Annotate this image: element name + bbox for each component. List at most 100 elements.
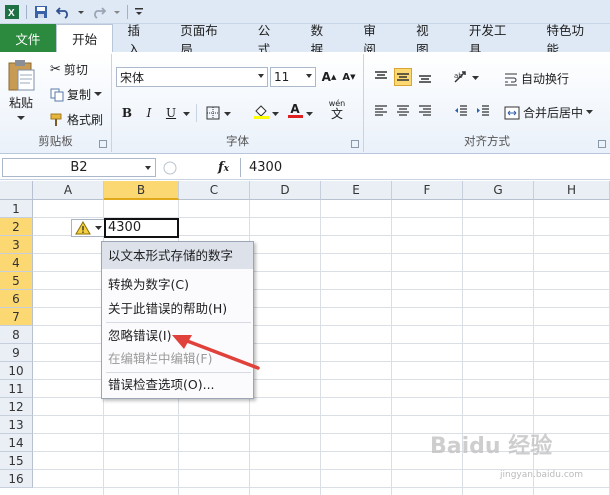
font-group-label: 字体 bbox=[226, 134, 249, 148]
phonetic-button[interactable]: wén 文 bbox=[324, 99, 350, 120]
wrap-text-button[interactable]: 自动换行 bbox=[504, 70, 569, 87]
cell-b2[interactable]: 4300 bbox=[104, 218, 179, 238]
paste-dropdown-icon[interactable] bbox=[17, 116, 25, 122]
font-size-combo[interactable]: 11 bbox=[270, 67, 316, 87]
borders-button[interactable] bbox=[204, 104, 222, 122]
clipboard-launcher-icon[interactable] bbox=[99, 140, 107, 148]
error-smart-tag[interactable] bbox=[71, 219, 105, 237]
tab-data[interactable]: 数据 bbox=[297, 23, 350, 57]
row-header-14[interactable]: 14 bbox=[0, 434, 33, 452]
tab-insert[interactable]: 插入 bbox=[113, 23, 166, 57]
column-header-f[interactable]: F bbox=[392, 181, 463, 200]
ribbon: 粘贴 ✂ 剪切 复制 格式刷 剪贴板 宋体 11 A ▲ A ▼ B I U A… bbox=[0, 52, 610, 154]
redo-dropdown-icon[interactable] bbox=[113, 4, 121, 20]
font-name-combo[interactable]: 宋体 bbox=[116, 67, 268, 87]
menu-item-help-on-error[interactable]: 关于此错误的帮助(H) bbox=[102, 298, 253, 320]
column-header-g[interactable]: G bbox=[463, 181, 534, 200]
name-box-value: B2 bbox=[70, 160, 88, 175]
tab-page-layout[interactable]: 页面布局 bbox=[166, 23, 244, 57]
redo-icon[interactable] bbox=[91, 4, 107, 20]
font-color-dropdown-icon[interactable] bbox=[306, 112, 313, 117]
fill-color-dropdown-icon[interactable] bbox=[272, 112, 279, 117]
tab-home[interactable]: 开始 bbox=[55, 24, 114, 52]
fill-color-button[interactable] bbox=[252, 102, 270, 120]
undo-icon[interactable] bbox=[55, 4, 71, 20]
align-left-button[interactable] bbox=[372, 102, 390, 120]
format-painter-button[interactable]: 格式刷 bbox=[50, 111, 103, 128]
save-icon[interactable] bbox=[33, 4, 49, 20]
formula-bar-resize-icon[interactable] bbox=[163, 159, 177, 177]
underline-button[interactable]: U bbox=[162, 104, 180, 122]
italic-button[interactable]: I bbox=[140, 104, 158, 122]
customize-qat-icon[interactable] bbox=[134, 4, 144, 20]
row-header-8[interactable]: 8 bbox=[0, 326, 33, 344]
insert-function-button[interactable]: fx bbox=[218, 160, 229, 175]
wrap-text-icon bbox=[505, 73, 517, 85]
alignment-launcher-icon[interactable] bbox=[598, 140, 606, 148]
column-header-e[interactable]: E bbox=[321, 181, 392, 200]
ribbon-tabs: 文件 开始 插入 页面布局 公式 数据 审阅 视图 开发工具 特色功能 bbox=[0, 23, 610, 57]
underline-dropdown-icon[interactable] bbox=[183, 112, 190, 117]
menu-header-number-stored-as-text: 以文本形式存储的数字 bbox=[102, 242, 253, 269]
row-header-9[interactable]: 9 bbox=[0, 344, 33, 362]
font-launcher-icon[interactable] bbox=[351, 140, 359, 148]
align-middle-button[interactable] bbox=[394, 68, 412, 86]
copy-button[interactable]: 复制 bbox=[50, 86, 103, 103]
grow-font-button[interactable]: A ▲ bbox=[320, 68, 338, 86]
menu-item-convert-to-number[interactable]: 转换为数字(C) bbox=[102, 274, 253, 296]
row-header-4[interactable]: 4 bbox=[0, 254, 33, 272]
align-top-icon bbox=[375, 71, 387, 79]
row-header-6[interactable]: 6 bbox=[0, 290, 33, 308]
alignment-group: ab 自动换行 合并后居中 对齐方式 bbox=[364, 54, 610, 152]
borders-dropdown-icon[interactable] bbox=[224, 112, 231, 117]
row-header-7[interactable]: 7 bbox=[0, 308, 33, 326]
increase-indent-button[interactable] bbox=[474, 102, 492, 120]
column-header-b[interactable]: B bbox=[104, 181, 179, 200]
column-header-d[interactable]: D bbox=[250, 181, 321, 200]
row-header-15[interactable]: 15 bbox=[0, 452, 33, 470]
clipboard-group-label: 剪贴板 bbox=[38, 134, 73, 148]
row-header-5[interactable]: 5 bbox=[0, 272, 33, 290]
tab-review[interactable]: 审阅 bbox=[349, 23, 402, 57]
copy-dropdown-icon[interactable] bbox=[94, 91, 103, 98]
orientation-dropdown-icon[interactable] bbox=[472, 76, 479, 81]
shrink-font-button[interactable]: A ▼ bbox=[340, 68, 358, 86]
row-header-10[interactable]: 10 bbox=[0, 362, 33, 380]
paste-button[interactable]: 粘贴 bbox=[6, 58, 36, 111]
select-all-corner[interactable] bbox=[0, 181, 33, 200]
tab-view[interactable]: 视图 bbox=[402, 23, 455, 57]
merge-dropdown-icon[interactable] bbox=[586, 110, 594, 115]
decrease-indent-button[interactable] bbox=[452, 102, 470, 120]
row-header-16[interactable]: 16 bbox=[0, 470, 33, 488]
column-header-a[interactable]: A bbox=[33, 181, 104, 200]
formula-input[interactable]: 4300 bbox=[240, 158, 608, 177]
cut-button[interactable]: ✂ 剪切 bbox=[50, 61, 88, 78]
name-box[interactable]: B2 bbox=[2, 158, 156, 177]
row-header-13[interactable]: 13 bbox=[0, 416, 33, 434]
format-painter-icon bbox=[50, 113, 62, 126]
tab-formulas[interactable]: 公式 bbox=[244, 23, 297, 57]
merge-center-button[interactable]: 合并后居中 bbox=[504, 104, 594, 121]
row-header-1[interactable]: 1 bbox=[0, 200, 33, 218]
tab-special-features[interactable]: 特色功能 bbox=[532, 23, 610, 57]
row-header-12[interactable]: 12 bbox=[0, 398, 33, 416]
align-right-button[interactable] bbox=[416, 102, 434, 120]
menu-item-error-checking-options[interactable]: 错误检查选项(O)... bbox=[102, 374, 253, 396]
smart-tag-dropdown-icon bbox=[95, 225, 102, 230]
grid-hline bbox=[33, 487, 610, 488]
align-top-button[interactable] bbox=[372, 68, 390, 86]
column-header-c[interactable]: C bbox=[179, 181, 250, 200]
font-color-button[interactable]: A bbox=[286, 101, 304, 119]
row-header-3[interactable]: 3 bbox=[0, 236, 33, 254]
bold-button[interactable]: B bbox=[118, 104, 136, 122]
undo-dropdown-icon[interactable] bbox=[77, 4, 85, 20]
align-bottom-button[interactable] bbox=[416, 68, 434, 86]
row-header-2[interactable]: 2 bbox=[0, 218, 33, 236]
row-header-11[interactable]: 11 bbox=[0, 380, 33, 398]
tab-developer[interactable]: 开发工具 bbox=[455, 23, 533, 57]
column-header-h[interactable]: H bbox=[534, 181, 610, 200]
align-center-button[interactable] bbox=[394, 102, 412, 120]
orientation-button[interactable]: ab bbox=[452, 68, 470, 86]
wrap-text-label: 自动换行 bbox=[521, 72, 570, 86]
tab-file[interactable]: 文件 bbox=[0, 24, 56, 52]
